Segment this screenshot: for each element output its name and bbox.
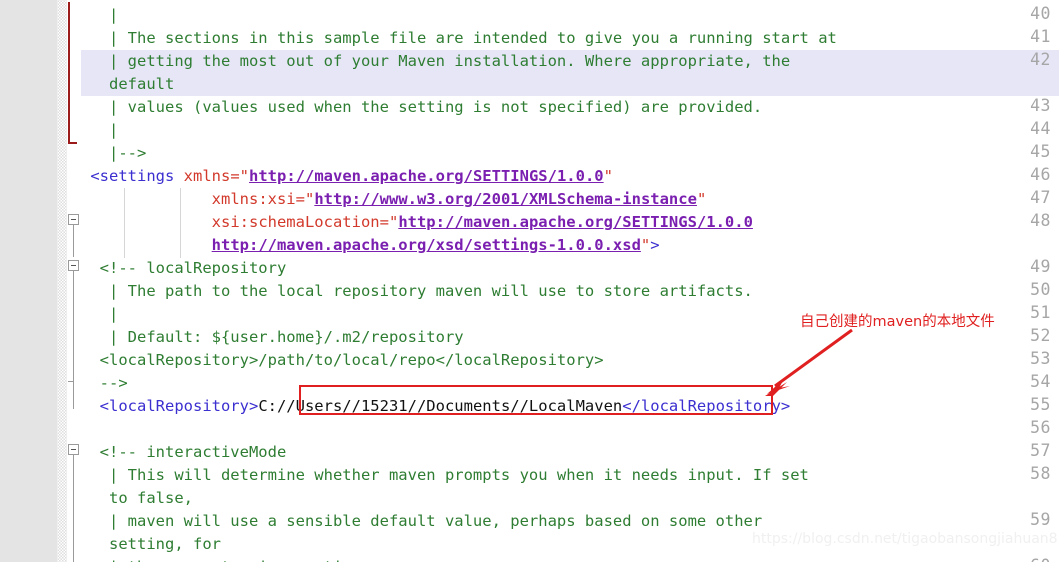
- code-token-cmt: | The sections in this sample file are i…: [81, 29, 837, 47]
- code-line[interactable]: http://maven.apache.org/xsd/settings-1.0…: [81, 234, 1059, 257]
- code-token-cmt: |: [81, 305, 119, 323]
- code-line[interactable]: <!-- interactiveMode: [81, 441, 1059, 464]
- code-token-cmt: <localRepository>/path/to/local/repo</lo…: [81, 351, 604, 369]
- code-token-cmt: | maven will use a sensible default valu…: [81, 512, 763, 530]
- code-token-cmt: -->: [81, 374, 128, 392]
- code-token-attr: xmlns=: [183, 167, 240, 185]
- code-token-cmt: <!-- localRepository: [81, 259, 287, 277]
- line-number-gutter: [0, 0, 57, 562]
- code-line[interactable]: | the parameter in question: [81, 556, 1059, 562]
- code-token-cmt: |: [81, 6, 128, 24]
- code-line[interactable]: | values (values used when the setting i…: [81, 96, 1059, 119]
- code-token-tag: >: [650, 236, 660, 254]
- code-token-cmt: default: [81, 75, 175, 93]
- code-token-cmt: | This will determine whether maven prom…: [81, 466, 809, 484]
- comment-fold-bracket-foot: [68, 142, 77, 144]
- fold-toggle-line-57[interactable]: [68, 444, 79, 455]
- code-token-cmt: <!-- interactiveMode: [81, 443, 287, 461]
- comment-fold-bracket-vertical: [68, 2, 70, 144]
- fold-stem-48: [73, 225, 74, 257]
- code-token-attr: xmlns:xsi=: [211, 190, 305, 208]
- code-token-url: http://maven.apache.org/SETTINGS/1.0.0: [249, 167, 604, 185]
- code-line[interactable]: -->: [81, 372, 1059, 395]
- code-line[interactable]: | The path to the local repository maven…: [81, 280, 1059, 303]
- code-token-attr: ": [388, 213, 399, 231]
- code-line[interactable]: to false,: [81, 487, 1059, 510]
- code-line[interactable]: | getting the most out of your Maven ins…: [81, 50, 1059, 73]
- code-token-url: http://maven.apache.org/xsd/settings-1.0…: [211, 236, 641, 254]
- code-token-cmt: | values (values used when the setting i…: [81, 98, 763, 116]
- code-line[interactable]: |: [81, 119, 1059, 142]
- annotation-note: 自己创建的maven的本地文件: [800, 314, 995, 330]
- code-token-url: http://www.w3.org/2001/XMLSchema-instanc…: [314, 190, 697, 208]
- code-token-tag: </localRepository>: [622, 397, 791, 415]
- watermark-text: https://blog.csdn.net/tigaobansongjiahua…: [752, 531, 1058, 547]
- code-line[interactable]: [81, 418, 1059, 441]
- code-line[interactable]: |: [81, 4, 1059, 27]
- code-token-attr: ": [640, 236, 651, 254]
- code-line[interactable]: <settings xmlns="http://maven.apache.org…: [81, 165, 1059, 188]
- code-line[interactable]: | The sections in this sample file are i…: [81, 27, 1059, 50]
- code-token-cmt: setting, for: [81, 535, 221, 553]
- fold-toggle-line-48[interactable]: [68, 214, 79, 225]
- code-line[interactable]: | maven will use a sensible default valu…: [81, 510, 1059, 533]
- code-token-tag: <localRepository>: [81, 397, 259, 415]
- code-line[interactable]: | This will determine whether maven prom…: [81, 464, 1059, 487]
- fold-toggle-line-49[interactable]: [68, 260, 79, 271]
- code-editor[interactable]: 40 41 42 43 44 45 46 47 48 49 50 51 52 53 54 55 56 57 58 59…: [0, 0, 1059, 562]
- code-content[interactable]: | | The sections in this sample file are…: [81, 0, 1059, 562]
- code-token-tag: <settings: [81, 167, 184, 185]
- code-line[interactable]: xmlns:xsi="http://www.w3.org/2001/XMLSch…: [81, 188, 1059, 211]
- code-token-cmt: to false,: [81, 489, 193, 507]
- code-line[interactable]: <localRepository>/path/to/local/repo</lo…: [81, 349, 1059, 372]
- fold-stem-49: [73, 271, 74, 381]
- code-token-cmt: | Default: ${user.home}/.m2/repository: [81, 328, 464, 346]
- fold-stem-49b: [73, 381, 74, 409]
- code-line[interactable]: default: [81, 73, 1059, 96]
- code-token-cmt: |: [81, 121, 128, 139]
- code-token-url: http://maven.apache.org/SETTINGS/1.0.0: [398, 213, 753, 231]
- code-token-cmt: | the parameter in question: [81, 558, 361, 562]
- code-line[interactable]: |-->: [81, 142, 1059, 165]
- fold-stem-57: [73, 455, 74, 562]
- code-line[interactable]: <localRepository>C://Users//15231//Docum…: [81, 395, 1059, 418]
- code-token-attr: ": [696, 190, 707, 208]
- code-token-attr: ": [603, 167, 613, 185]
- code-token-attr: ": [239, 167, 249, 185]
- code-token-attr: xsi:schemaLocation=: [211, 213, 389, 231]
- code-token-attr: ": [304, 190, 315, 208]
- code-line[interactable]: <!-- localRepository: [81, 257, 1059, 280]
- code-token-cmt: | The path to the local repository maven…: [81, 282, 753, 300]
- code-line[interactable]: xsi:schemaLocation="http://maven.apache.…: [81, 211, 1059, 234]
- gutter-edge-strip: [57, 0, 67, 562]
- code-token-plain: C://Users//15231//Documents//LocalMaven: [258, 397, 623, 415]
- code-token-cmt: | getting the most out of your Maven ins…: [81, 52, 791, 70]
- code-token-cmt: |-->: [81, 144, 147, 162]
